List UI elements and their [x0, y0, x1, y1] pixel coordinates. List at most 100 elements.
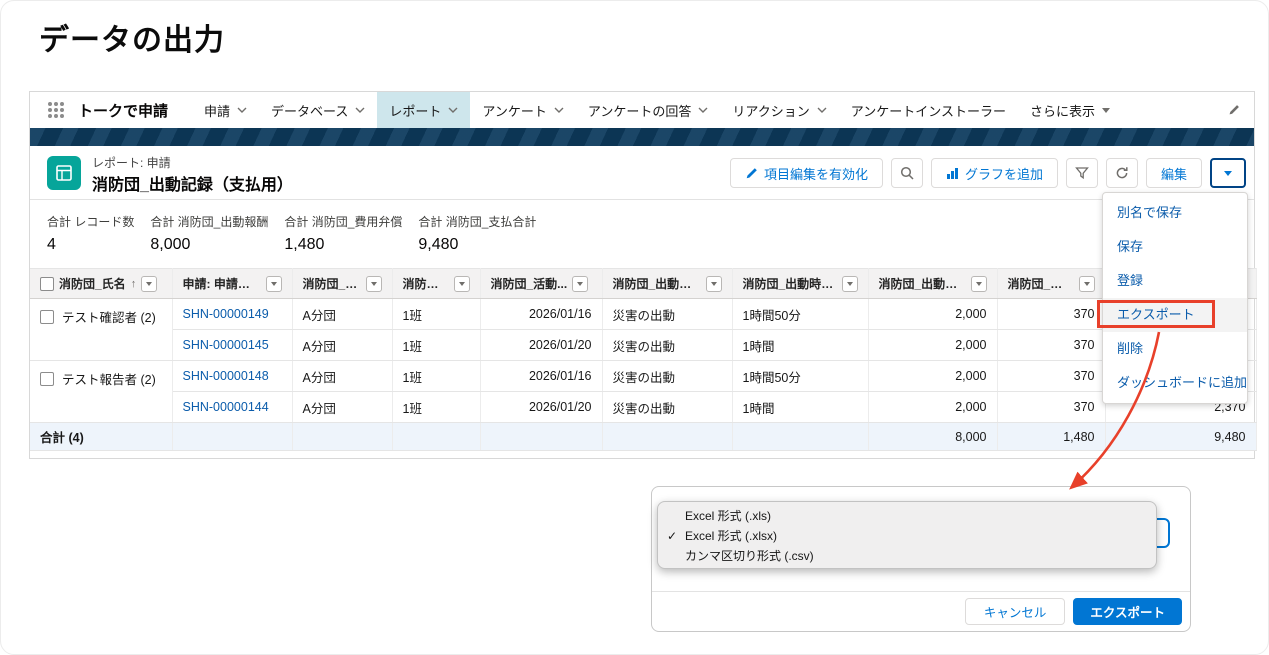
column-filter-button[interactable]: [841, 275, 858, 292]
chevron-down-icon: [1224, 170, 1232, 176]
pencil-icon: [746, 167, 757, 178]
cell: 370: [997, 391, 1106, 423]
menu-item-subscribe[interactable]: 登録: [1103, 264, 1247, 298]
summary-value: 9,480: [418, 236, 459, 253]
cell: 2026/01/20: [480, 329, 603, 361]
column-filter-button[interactable]: [1078, 275, 1095, 292]
cell: A分団: [292, 329, 393, 361]
edit-button[interactable]: 編集: [1145, 158, 1202, 188]
column-header-label: 消防団_出動報酬: [878, 277, 966, 291]
report-header-band: [30, 128, 1254, 146]
column-header[interactable]: 消防団_費用弁償: [997, 268, 1106, 299]
report-actions-dropdown-trigger[interactable]: [1210, 158, 1246, 188]
total-cell: [480, 422, 603, 451]
nav-tab[interactable]: アンケートの回答: [576, 92, 720, 128]
format-option[interactable]: カンマ区切り形式 (.csv): [658, 546, 1156, 566]
column-header[interactable]: 消防団_分団: [292, 268, 393, 299]
nav-tab-label: アンケートの回答: [587, 103, 692, 119]
column-header[interactable]: 消防団_出動時間...: [732, 268, 869, 299]
cell: A分団: [292, 360, 393, 392]
menu-item-delete[interactable]: 削除: [1103, 332, 1247, 366]
add-chart-button[interactable]: グラフを追加: [930, 158, 1058, 188]
nav-tab[interactable]: リアクション: [720, 92, 838, 128]
column-header-label: 申請: 申請番号: [182, 277, 261, 291]
column-header-label: 消防団_費用弁償: [1007, 277, 1074, 291]
row-checkbox[interactable]: [40, 310, 54, 324]
menu-item-add-to-dashboard[interactable]: ダッシュボードに追加: [1103, 366, 1247, 400]
nav-tab[interactable]: アンケートインストーラー: [839, 92, 1018, 128]
nav-tab-label: さらに表示: [1029, 103, 1095, 119]
summary-value: 4: [47, 236, 56, 253]
column-filter-button[interactable]: [141, 275, 158, 292]
filter-button[interactable]: [1065, 158, 1098, 188]
column-filter-button[interactable]: [705, 275, 722, 292]
column-header[interactable]: 消防団_出動種別: [602, 268, 733, 299]
cell: 2,000: [868, 298, 998, 330]
record-link[interactable]: SHN-00000145: [172, 329, 293, 361]
nav-tab[interactable]: アンケート: [470, 92, 575, 128]
total-cell: 1,480: [997, 422, 1106, 451]
table-header-row: 消防団_氏名 ↑ 申請: 申請番号 消防団_分団 消防団_班 消防団_活動... 消防団_出…: [30, 268, 1257, 299]
cancel-button[interactable]: キャンセル: [964, 598, 1066, 625]
nav-tab[interactable]: 申請: [192, 92, 259, 128]
column-header[interactable]: 申請: 申請番号: [172, 268, 293, 299]
app-launcher-icon[interactable]: [48, 102, 64, 118]
refresh-button[interactable]: [1105, 158, 1138, 188]
cell: 災害の出動: [602, 360, 733, 392]
page-title: データの出力: [39, 24, 225, 57]
row-checkbox[interactable]: [40, 372, 54, 386]
column-header-label: 消防団_出動時間...: [742, 277, 837, 291]
total-cell: 8,000: [868, 422, 998, 451]
format-option[interactable]: Excel 形式 (.xls): [658, 506, 1156, 526]
cell: 1班: [392, 298, 481, 330]
summary-value: 8,000: [150, 236, 191, 253]
menu-item-save[interactable]: 保存: [1103, 230, 1247, 264]
select-all-checkbox[interactable]: [40, 276, 54, 291]
column-header[interactable]: 消防団_班: [392, 268, 481, 299]
search-button[interactable]: [890, 158, 923, 188]
cell: 370: [997, 298, 1106, 330]
button-label: キャンセル: [983, 606, 1047, 620]
nav-edit-pencil-icon[interactable]: [1228, 103, 1240, 121]
nav-tab[interactable]: さらに表示: [1018, 92, 1122, 128]
menu-item-save-as[interactable]: 別名で保存: [1103, 196, 1247, 230]
column-filter-button[interactable]: [970, 275, 987, 292]
format-option[interactable]: ✓ Excel 形式 (.xlsx): [658, 526, 1156, 546]
nav-tab[interactable]: データベース: [259, 92, 377, 128]
chevron-down-icon: [448, 107, 458, 113]
column-filter-button[interactable]: [572, 275, 589, 292]
group-name-cell: テスト確認者 (2): [30, 298, 173, 361]
cell: A分団: [292, 298, 393, 330]
column-filter-button[interactable]: [265, 275, 282, 292]
summary-value: 1,480: [284, 236, 325, 253]
column-filter-button[interactable]: [365, 275, 382, 292]
chevron-down-icon: [846, 281, 853, 286]
chevron-down-icon: [146, 281, 153, 286]
chevron-down-icon: [458, 281, 465, 286]
column-header[interactable]: 消防団_活動...: [480, 268, 603, 299]
column-header-label: 消防団_分団: [302, 277, 361, 291]
format-listbox: Excel 形式 (.xls) ✓ Excel 形式 (.xlsx) カンマ区切り形式…: [657, 501, 1157, 569]
enable-field-edit-button[interactable]: 項目編集を有効化: [729, 158, 883, 188]
record-link[interactable]: SHN-00000144: [172, 391, 293, 423]
column-header[interactable]: 消防団_出動報酬: [868, 268, 998, 299]
nav-tab-label: 申請: [204, 103, 231, 119]
export-button[interactable]: エクスポート: [1073, 598, 1182, 625]
record-link[interactable]: SHN-00000149: [172, 298, 293, 330]
total-cell: [732, 422, 869, 451]
action-menu: 別名で保存 保存 登録 エクスポート 削除 ダッシュボードに追加: [1102, 192, 1248, 404]
cell: 370: [997, 360, 1106, 392]
app-window: トークで申請 申請 データベース レポート アンケート アンケートの回答 リアクション アン…: [29, 91, 1257, 459]
summary-label: 合計 レコード数: [47, 215, 135, 229]
nav-tab[interactable]: レポート: [377, 92, 471, 128]
table-row: SHN-00000144 A分団 1班 2026/01/20 災害の出動 1時間 2,000…: [30, 391, 1257, 423]
report-table: 消防団_氏名 ↑ 申請: 申請番号 消防団_分団 消防団_班 消防団_活動... 消防団_出…: [30, 268, 1257, 451]
chevron-down-icon: [817, 107, 827, 113]
record-link[interactable]: SHN-00000148: [172, 360, 293, 392]
button-label: グラフを追加: [964, 166, 1043, 182]
menu-item-export[interactable]: エクスポート: [1103, 298, 1247, 332]
cell: 2026/01/16: [480, 360, 603, 392]
group-name: テスト確認者 (2): [62, 311, 156, 325]
column-header[interactable]: 消防団_氏名 ↑: [30, 268, 173, 299]
column-filter-button[interactable]: [453, 275, 470, 292]
